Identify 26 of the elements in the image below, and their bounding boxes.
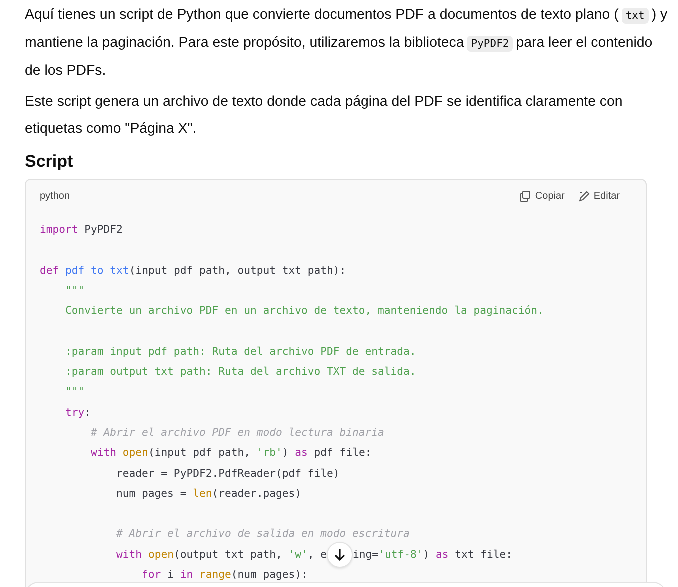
- code-line: # Abrir el archivo PDF en modo lectura binaria: [90, 426, 384, 439]
- code-line: reader = PyPDF2.PdfReader(pdf_file): [116, 468, 340, 480]
- language-label: python: [40, 190, 70, 202]
- code-line: with open(output_txt_path, 'w', e: [116, 548, 328, 561]
- code-line: :param input_pdf_path: Ruta del archivo PDF de entrada.: [64, 346, 416, 358]
- copy-button[interactable]: Copiar: [520, 190, 565, 202]
- code-line: with open(input_pdf_path, 'rb') as pdf_file:: [90, 447, 372, 460]
- paragraph: Aquí tienes un script de Python que convierte documentos PDF a documentos de texto plano ( txt ) y mantiene la paginación. Para este propósito, utilizaremos la biblioteca PyPDF2 para leer el contenido de los PDFs.: [25, 6, 669, 81]
- code-line: num_pages = len(reader.pages): [116, 488, 302, 500]
- code-line: Convierte un archivo PDF en un archivo de texto, manteniendo la paginación.: [64, 305, 544, 318]
- code-line: for i in range(num_pages):: [141, 569, 308, 582]
- code-line: # Abrir el archivo de salida en modo escritura: [116, 528, 410, 540]
- code-line: """: [64, 284, 85, 297]
- scroll-down-button[interactable]: [327, 542, 354, 568]
- edit-button[interactable]: Editar: [578, 190, 620, 202]
- code-line: :param output_txt_path: Ruta del archivo TXT de salida.: [64, 366, 416, 378]
- arrow-down-icon: [334, 548, 346, 562]
- code-line: """: [64, 386, 85, 398]
- code-line: try:: [64, 406, 92, 419]
- code-line: def pdf_to_txt(input_pdf_path, output_txt_path):: [40, 264, 346, 277]
- copy-icon: [520, 190, 532, 202]
- section-heading: Script: [25, 151, 74, 173]
- code-line: ing='utf-8') as txt_file:: [353, 548, 513, 561]
- paragraph: Este script genera un archivo de texto donde cada página del PDF se identifica claramente con etiquetas como "Página X".: [25, 93, 624, 139]
- code-line: import PyPDF2: [40, 224, 123, 236]
- pencil-icon: [578, 190, 590, 202]
